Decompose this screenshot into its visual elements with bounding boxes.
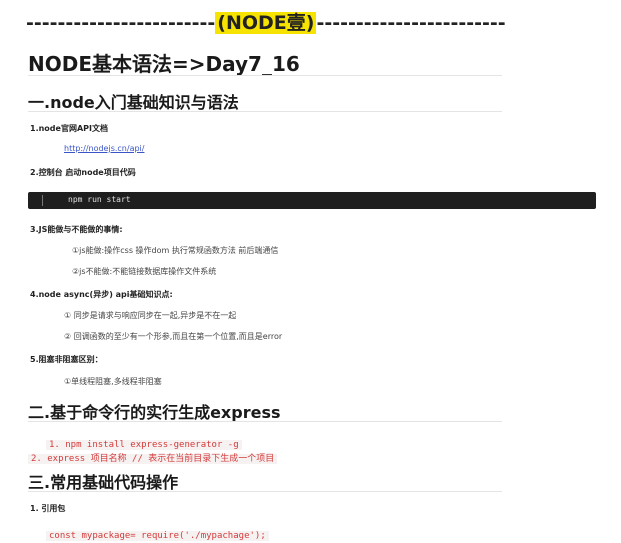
subitem-threading: ①单线程阻塞,多线程非阻塞 xyxy=(64,377,162,386)
item-label-require: 1. 引用包 xyxy=(30,504,66,513)
inline-code: 2. express 项目名称 // 表示在当前目录下生成一个项目 xyxy=(28,454,278,464)
item-label-node-async: 4.node async(异步) api基础知识点: xyxy=(30,290,173,299)
page-title: NODE基本语法=>Day7_16 xyxy=(28,52,300,76)
separator-left: ------------------------ xyxy=(26,12,216,34)
section-divider-2 xyxy=(28,421,502,422)
code-line-2: 2. express 项目名称 // 表示在当前目录下生成一个项目 xyxy=(28,446,278,465)
section-divider-3 xyxy=(28,491,502,492)
item-label-js-abilities: 3.JS能做与不能做的事情: xyxy=(30,225,123,234)
item-label-api-docs: 1.node官网API文档 xyxy=(30,124,108,133)
item-label-blocking: 5.阻塞非阻塞区别： xyxy=(30,355,103,364)
separator-title: (NODE壹) xyxy=(215,12,317,34)
section-heading-3: 三.常用基础代码操作 xyxy=(28,473,179,492)
subitem-callback: ② 回调函数的至少有一个形参,而且在第一个位置,而且是error xyxy=(64,332,283,341)
subitem-sync-async: ① 同步是请求与响应同步在一起,异步是不在一起 xyxy=(64,311,237,320)
section-heading-1: 一.node入门基础知识与语法 xyxy=(28,93,239,112)
inline-code: const mypackage= require('./mypachage'); xyxy=(46,531,269,541)
code-block-npm-start: npm run start xyxy=(28,192,596,209)
code-line-require: const mypackage= require('./mypachage'); xyxy=(46,523,269,542)
subitem-js-cannot: ②js不能做:不能链接数据库操作文件系统 xyxy=(72,267,217,276)
section-divider-1 xyxy=(28,111,502,112)
separator-right: ------------------------ xyxy=(316,12,506,34)
code-text: npm run start xyxy=(68,195,131,204)
section-heading-2: 二.基于命令行的实行生成express xyxy=(28,403,281,422)
section-separator: ------------------------ (NODE壹) ---------… xyxy=(26,8,506,35)
title-divider xyxy=(28,75,502,76)
subitem-js-can: ①js能做:操作css 操作dom 执行常规函数方法 前后端通信 xyxy=(72,246,279,255)
code-gutter xyxy=(42,195,43,206)
api-docs-link[interactable]: http://nodejs.cn/api/ xyxy=(64,144,144,153)
item-label-console: 2.控制台 启动node项目代码 xyxy=(30,168,136,177)
